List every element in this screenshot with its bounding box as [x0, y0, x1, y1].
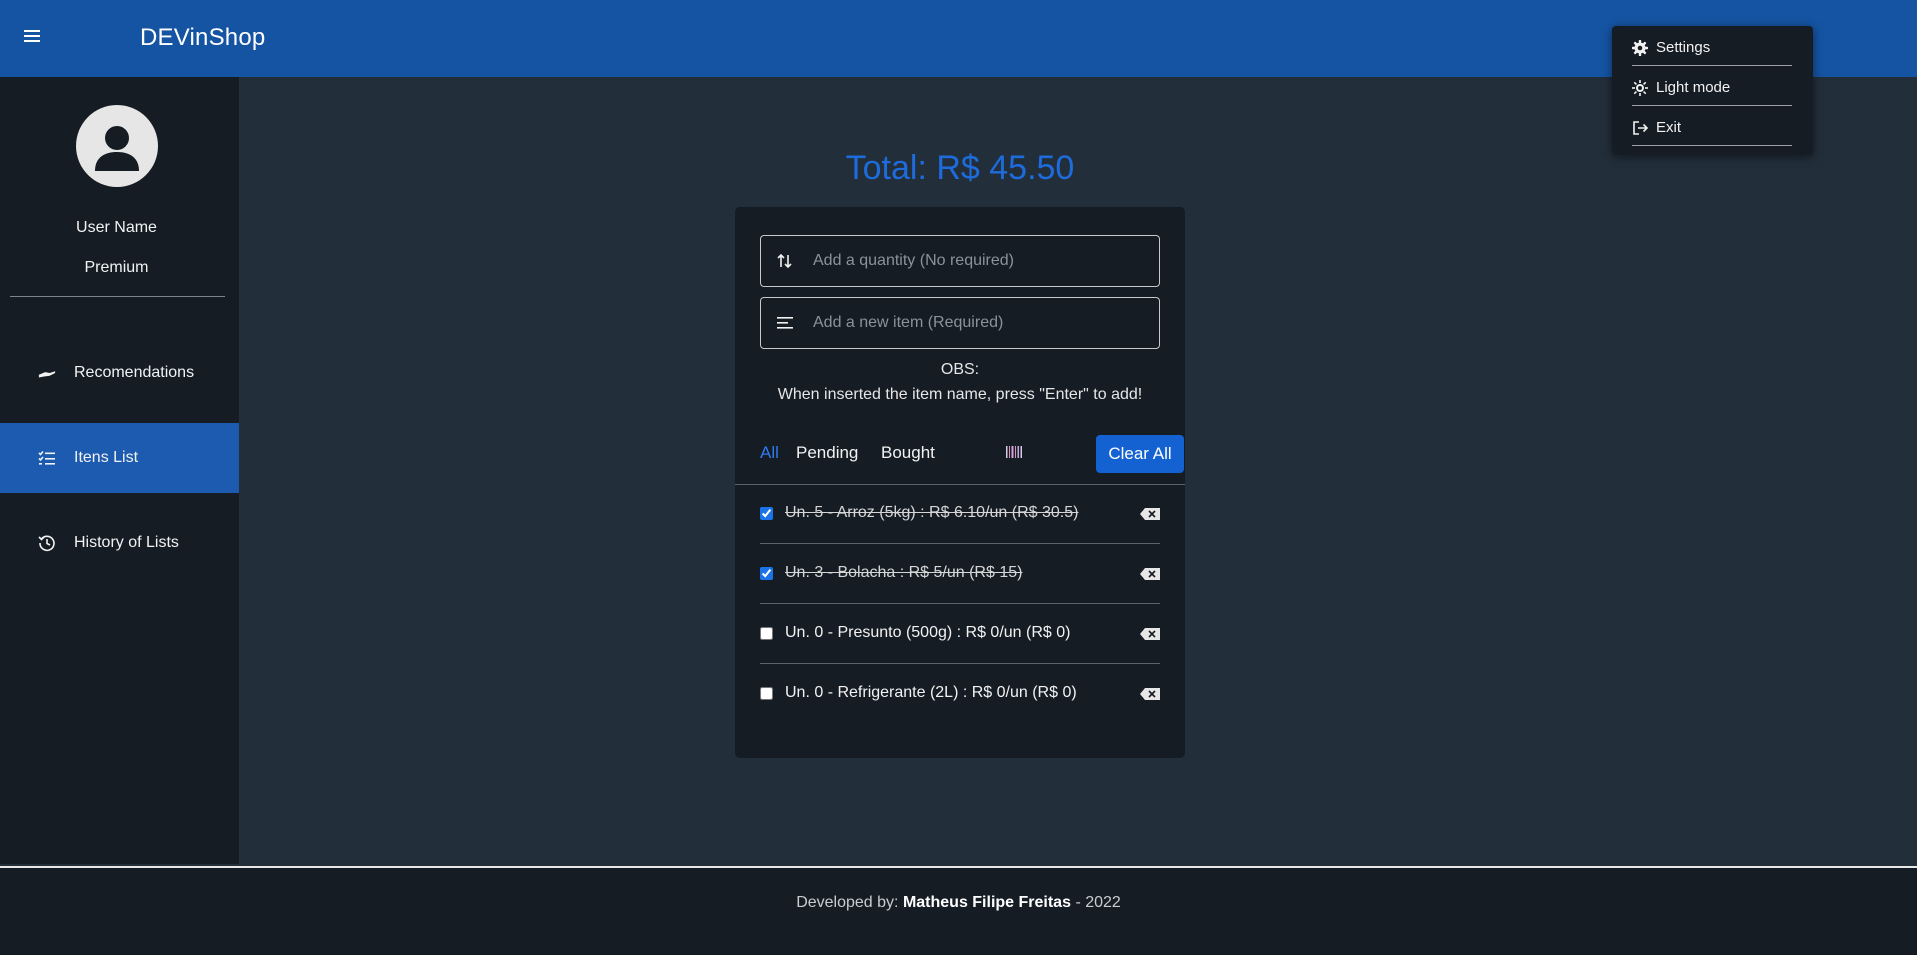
- footer-suffix: - 2022: [1075, 894, 1121, 911]
- user-plan: Premium: [84, 259, 149, 276]
- sort-arrows-icon: [775, 253, 795, 269]
- menu-item-label: Light mode: [1656, 79, 1731, 96]
- hamburger-menu-icon[interactable]: [22, 27, 42, 47]
- delete-icon[interactable]: [1140, 628, 1160, 640]
- tab-bought[interactable]: Bought: [881, 443, 935, 463]
- user-dropdown-menu: Settings Light mode Exit: [1612, 26, 1813, 155]
- avatar-icon: [76, 105, 158, 187]
- list-item: Un. 5 - Arroz (5kg) : R$ 6.10/un (R$ 30.…: [760, 484, 1160, 544]
- checklist-icon: [38, 449, 56, 467]
- sidebar-item-label: History of Lists: [74, 534, 179, 551]
- obs-text: When inserted the item name, press "Ente…: [777, 386, 1143, 403]
- item-text: Un. 3 - Bolacha : R$ 5/un (R$ 15): [785, 564, 1023, 581]
- footer-prefix: Developed by:: [796, 894, 899, 911]
- menu-item-exit[interactable]: Exit: [1632, 106, 1792, 146]
- delete-icon[interactable]: [1140, 688, 1160, 700]
- hand-icon: [38, 364, 56, 382]
- item-checkbox[interactable]: [760, 627, 773, 640]
- tab-pending[interactable]: Pending: [796, 443, 858, 463]
- sidebar-item-recomendations[interactable]: Recomendations: [0, 338, 239, 408]
- item-checkbox[interactable]: [760, 567, 773, 580]
- clear-all-button[interactable]: Clear All: [1096, 435, 1184, 473]
- obs-title: OBS:: [940, 361, 980, 378]
- gear-icon: [1632, 39, 1648, 56]
- history-icon: [38, 534, 56, 552]
- user-name: User Name: [76, 219, 157, 236]
- list-item: Un. 0 - Refrigerante (2L) : R$ 0/un (R$ …: [760, 664, 1160, 724]
- app-title: DEVinShop: [140, 24, 266, 51]
- tab-all[interactable]: All: [760, 443, 779, 463]
- quantity-input[interactable]: [813, 252, 1133, 270]
- menu-item-label: Settings: [1656, 39, 1711, 56]
- item-text: Un. 0 - Refrigerante (2L) : R$ 0/un (R$ …: [785, 684, 1077, 701]
- item-checkbox[interactable]: [760, 507, 773, 520]
- menu-item-label: Exit: [1656, 119, 1682, 136]
- sidebar-divider: [10, 296, 225, 297]
- barcode-icon[interactable]: [1006, 446, 1022, 458]
- sun-icon: [1632, 79, 1648, 96]
- item-checkbox[interactable]: [760, 687, 773, 700]
- filter-tabs: All Pending Bought Clear All: [760, 432, 1184, 473]
- sidebar-item-label: Recomendations: [74, 364, 195, 381]
- delete-icon[interactable]: [1140, 508, 1160, 520]
- item-input[interactable]: [813, 314, 1133, 332]
- item-field[interactable]: [760, 297, 1160, 349]
- footer-credits: Developed by: Matheus Filipe Freitas - 2…: [0, 894, 1917, 912]
- menu-item-settings[interactable]: Settings: [1632, 26, 1792, 66]
- sidebar-item-history[interactable]: History of Lists: [0, 508, 239, 578]
- logout-icon: [1632, 120, 1648, 136]
- footer-author: Matheus Filipe Freitas: [902, 894, 1071, 911]
- item-text: Un. 0 - Presunto (500g) : R$ 0/un (R$ 0): [785, 624, 1071, 641]
- text-lines-icon: [775, 317, 795, 329]
- list-item: Un. 0 - Presunto (500g) : R$ 0/un (R$ 0): [760, 604, 1160, 664]
- list-item: Un. 3 - Bolacha : R$ 5/un (R$ 15): [760, 544, 1160, 604]
- total-amount: Total: R$ 45.50: [845, 149, 1075, 187]
- shopping-list-card: OBS: When inserted the item name, press …: [735, 207, 1185, 758]
- menu-item-light-mode[interactable]: Light mode: [1632, 66, 1792, 106]
- footer: Developed by: Matheus Filipe Freitas - 2…: [0, 868, 1917, 955]
- sidebar: User Name Premium Recomendations Itens L…: [0, 77, 239, 864]
- item-text: Un. 5 - Arroz (5kg) : R$ 6.10/un (R$ 30.…: [785, 504, 1079, 521]
- delete-icon[interactable]: [1140, 568, 1160, 580]
- sidebar-item-label: Itens List: [74, 449, 139, 466]
- quantity-field[interactable]: [760, 235, 1160, 287]
- sidebar-item-itens-list[interactable]: Itens List: [0, 423, 239, 493]
